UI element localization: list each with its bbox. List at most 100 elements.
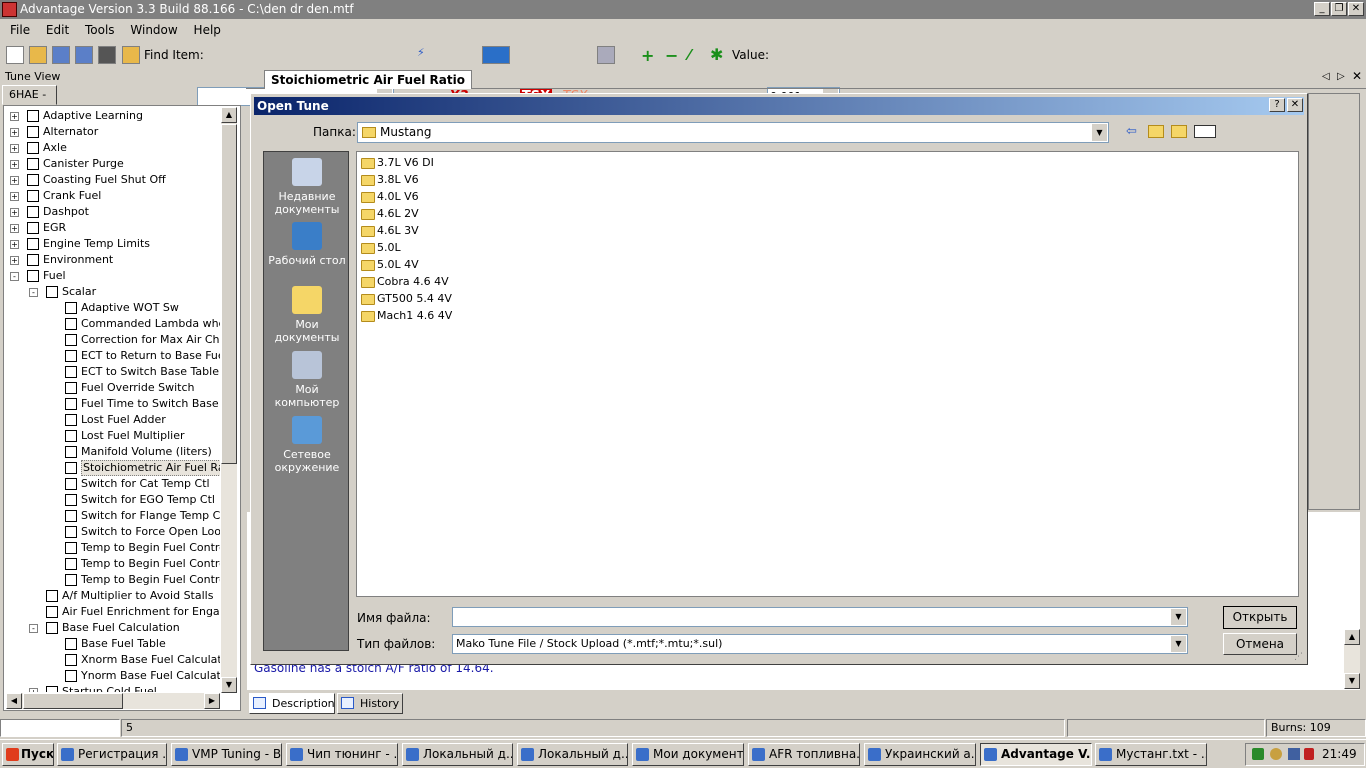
expand-icon[interactable]: + — [10, 208, 19, 217]
tree-checkbox[interactable] — [65, 302, 77, 314]
tree-checkbox[interactable] — [65, 526, 77, 538]
menu-file[interactable]: File — [0, 20, 36, 41]
place-recent[interactable]: Недавние документы — [264, 158, 350, 216]
tree-checkbox[interactable] — [65, 638, 77, 650]
taskbar-item[interactable]: Локальный д... — [517, 743, 628, 766]
tray-app-icon[interactable] — [1270, 748, 1282, 760]
tree-checkbox[interactable] — [46, 590, 58, 602]
taskbar-item[interactable]: Мои документы — [632, 743, 744, 766]
desc-scrollbar[interactable]: ▲ ▼ — [1344, 629, 1360, 689]
tab-history[interactable]: History — [337, 693, 403, 714]
tree-checkbox[interactable] — [27, 142, 39, 154]
view-menu-icon[interactable] — [1194, 125, 1216, 138]
taskbar-item[interactable]: AFR топливна... — [748, 743, 860, 766]
tab-next-icon[interactable]: ▷ — [1337, 71, 1345, 82]
tab-prev-icon[interactable]: ◁ — [1322, 71, 1330, 82]
flash-icon[interactable]: ⚡ — [417, 46, 435, 64]
tree-checkbox[interactable] — [46, 686, 58, 692]
taskbar-item[interactable]: Мустанг.txt - ... — [1095, 743, 1207, 766]
tree-hscrollbar[interactable]: ◀ ▶ — [6, 693, 220, 709]
cancel-button[interactable]: Отмена — [1223, 633, 1297, 655]
back-icon[interactable]: ⇦ — [1126, 124, 1137, 139]
place-desktop[interactable]: Рабочий стол — [264, 222, 350, 267]
find-folder-icon[interactable] — [122, 46, 140, 64]
file-list-item[interactable]: Mach1 4.6 4V — [361, 307, 452, 324]
menu-help[interactable]: Help — [188, 20, 227, 41]
divide-icon[interactable]: ⁄ — [688, 46, 691, 64]
save-as-icon[interactable] — [75, 46, 93, 64]
minus-icon[interactable]: − — [665, 46, 678, 65]
scroll-up-icon[interactable]: ▲ — [1344, 629, 1360, 645]
tree-checkbox[interactable] — [65, 510, 77, 522]
tree-checkbox[interactable] — [65, 366, 77, 378]
collapse-icon[interactable]: - — [29, 288, 38, 297]
start-button[interactable]: Пуск — [2, 743, 54, 766]
open-button[interactable]: Открыть — [1223, 606, 1297, 629]
tree-checkbox[interactable] — [27, 174, 39, 186]
folder-combo[interactable]: Mustang ▼ — [357, 122, 1109, 143]
tab-description[interactable]: Description — [249, 693, 335, 714]
tree-checkbox[interactable] — [46, 286, 58, 298]
tree-checkbox[interactable] — [65, 350, 77, 362]
chip-icon[interactable] — [597, 46, 615, 64]
expand-icon[interactable]: + — [10, 160, 19, 169]
tree-checkbox[interactable] — [27, 126, 39, 138]
new-file-icon[interactable] — [6, 46, 24, 64]
scroll-down-icon[interactable]: ▼ — [221, 677, 237, 693]
menu-tools[interactable]: Tools — [79, 20, 121, 41]
tray-monitor-icon[interactable] — [1288, 748, 1300, 760]
tree-checkbox[interactable] — [46, 606, 58, 618]
dialog-close-button[interactable]: ✕ — [1287, 98, 1303, 112]
tree-scrollbar[interactable]: ▲ ▼ — [221, 107, 237, 693]
tree-checkbox[interactable] — [65, 430, 77, 442]
tree-checkbox[interactable] — [65, 334, 77, 346]
taskbar-item[interactable]: Чип тюнинг - ... — [286, 743, 398, 766]
tree-checkbox[interactable] — [65, 670, 77, 682]
tree-checkbox[interactable] — [27, 254, 39, 266]
device-icon[interactable] — [98, 46, 116, 64]
menu-edit[interactable]: Edit — [40, 20, 75, 41]
tree-checkbox[interactable] — [65, 542, 77, 554]
taskbar-item[interactable]: Локальный д... — [402, 743, 513, 766]
tree-checkbox[interactable] — [65, 414, 77, 426]
hscroll-thumb[interactable] — [23, 693, 123, 709]
place-network[interactable]: Сетевое окружение — [264, 416, 350, 474]
tree-checkbox[interactable] — [65, 558, 77, 570]
taskbar-item[interactable]: VMP Tuning - В... — [171, 743, 282, 766]
tree-checkbox[interactable] — [27, 110, 39, 122]
expand-icon[interactable]: + — [10, 112, 19, 121]
tree-checkbox[interactable] — [27, 158, 39, 170]
expand-icon[interactable]: + — [10, 176, 19, 185]
tree-checkbox[interactable] — [65, 446, 77, 458]
expand-icon[interactable]: + — [10, 256, 19, 265]
tree-checkbox[interactable] — [65, 318, 77, 330]
tree-checkbox[interactable] — [27, 190, 39, 202]
tree-checkbox[interactable] — [27, 222, 39, 234]
tree-checkbox[interactable] — [65, 574, 77, 586]
new-folder-icon[interactable] — [1171, 125, 1187, 138]
scroll-down-icon[interactable]: ▼ — [1344, 673, 1360, 689]
place-my-documents[interactable]: Мои документы — [264, 286, 350, 344]
tree-checkbox[interactable] — [27, 206, 39, 218]
tree-checkbox[interactable] — [65, 494, 77, 506]
save-icon[interactable] — [52, 46, 70, 64]
expand-icon[interactable]: + — [29, 688, 38, 692]
tree-checkbox[interactable] — [65, 478, 77, 490]
tree-checkbox[interactable] — [27, 270, 39, 282]
expand-icon[interactable]: + — [10, 192, 19, 201]
taskbar-item[interactable]: Advantage V... — [980, 743, 1092, 766]
file-list-item[interactable]: 5.0L — [361, 239, 401, 256]
filetype-select[interactable]: Mako Tune File / Stock Upload (*.mtf;*.m… — [452, 634, 1188, 654]
expand-icon[interactable]: + — [10, 240, 19, 249]
expand-icon[interactable]: + — [10, 128, 19, 137]
minimize-button[interactable]: _ — [1314, 2, 1330, 16]
up-folder-icon[interactable] — [1148, 125, 1164, 138]
scroll-left-icon[interactable]: ◀ — [6, 693, 22, 709]
menu-window[interactable]: Window — [124, 20, 183, 41]
chevron-down-icon[interactable]: ▼ — [1092, 124, 1107, 141]
tree-checkbox[interactable] — [27, 238, 39, 250]
chevron-down-icon[interactable]: ▼ — [1171, 609, 1186, 625]
tray-shield-icon[interactable] — [1304, 748, 1314, 760]
collapse-icon[interactable]: - — [29, 624, 38, 633]
help-button[interactable]: ? — [1269, 98, 1285, 112]
